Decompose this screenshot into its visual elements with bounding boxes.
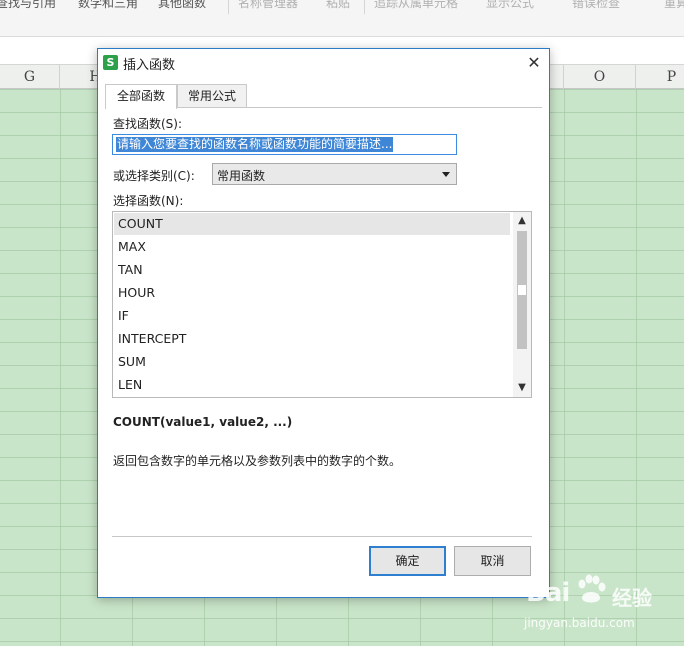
dialog-titlebar[interactable]: S 插入函数 ✕ — [98, 49, 549, 76]
scrollbar-thumb[interactable] — [517, 284, 527, 296]
search-label: 查找函数(S): — [113, 117, 183, 131]
category-label: 或选择类别(C): — [113, 169, 195, 183]
ribbon-separator — [228, 0, 229, 14]
ribbon-separator — [364, 0, 365, 14]
column-header-o[interactable]: O — [564, 65, 636, 89]
tab-common-formulas[interactable]: 常用公式 — [177, 84, 247, 108]
chevron-down-icon — [442, 172, 450, 177]
function-list[interactable]: COUNT MAX TAN HOUR IF INTERCEPT SUM LEN … — [112, 211, 532, 398]
function-list-scrollbar[interactable]: ▲ ▼ — [513, 212, 531, 397]
ribbon-toolbar: 查找与引用 数学和三角 其他函数 名称管理器 粘贴 追踪从属单元格 显示公式 错… — [0, 0, 684, 37]
function-item-if[interactable]: IF — [114, 305, 510, 327]
ribbon-trace-dependents[interactable]: 追踪从属单元格 — [374, 0, 458, 12]
cancel-button[interactable]: 取消 — [454, 546, 531, 576]
ribbon-show-formulas[interactable]: 显示公式 — [486, 0, 534, 12]
function-item-tan[interactable]: TAN — [114, 259, 510, 281]
category-select-value: 常用函数 — [217, 169, 266, 183]
insert-function-dialog: S 插入函数 ✕ 全部函数 常用公式 查找函数(S): 请输入您要查找的函数名称… — [97, 48, 550, 598]
scroll-up-icon[interactable]: ▲ — [513, 213, 531, 229]
ribbon-lookup-reference[interactable]: 查找与引用 — [0, 0, 56, 12]
ribbon-name-manager[interactable]: 名称管理器 — [238, 0, 298, 12]
function-item-sum[interactable]: SUM — [114, 351, 510, 373]
category-select[interactable]: 常用函数 — [212, 163, 457, 185]
tab-all-functions[interactable]: 全部函数 — [105, 84, 177, 109]
ribbon-recalculate[interactable]: 重算 — [664, 0, 684, 12]
ribbon-error-check[interactable]: 错误检查 — [572, 0, 620, 12]
function-item-max[interactable]: MAX — [114, 236, 510, 258]
function-item-intercept[interactable]: INTERCEPT — [114, 328, 510, 350]
ribbon-paste[interactable]: 粘贴 — [326, 0, 350, 12]
wps-app-icon: S — [103, 55, 118, 70]
ribbon-math-trig[interactable]: 数学和三角 — [78, 0, 138, 12]
function-item-hour[interactable]: HOUR — [114, 282, 510, 304]
dialog-divider — [112, 536, 532, 537]
function-search-input[interactable]: 请输入您要查找的函数名称或函数功能的简要描述... — [112, 134, 457, 155]
ok-button[interactable]: 确定 — [369, 546, 446, 576]
scroll-down-icon[interactable]: ▼ — [513, 380, 531, 396]
dialog-title: 插入函数 — [123, 58, 176, 73]
function-list-label: 选择函数(N): — [113, 194, 184, 208]
baidu-watermark: Bai 经验 jingyan.baidu.com — [522, 572, 682, 642]
close-icon: ✕ — [527, 53, 541, 72]
function-signature: COUNT(value1, value2, ...) — [113, 415, 293, 429]
close-button[interactable]: ✕ — [523, 52, 545, 74]
watermark-url: jingyan.baidu.com — [524, 616, 635, 630]
function-description: 返回包含数字的单元格以及参数列表中的数字的个数。 — [113, 454, 402, 468]
column-header-g[interactable]: G — [0, 65, 60, 89]
ribbon-other-functions[interactable]: 其他函数 — [158, 0, 206, 12]
search-input-text: 请输入您要查找的函数名称或函数功能的简要描述... — [116, 137, 394, 152]
watermark-brand-text: 经验 — [612, 586, 652, 610]
column-header-p[interactable]: P — [636, 65, 684, 89]
paw-icon — [578, 574, 606, 603]
watermark-logo-text: Bai — [526, 578, 570, 608]
function-item-len[interactable]: LEN — [114, 374, 510, 396]
function-item-count[interactable]: COUNT — [114, 213, 510, 235]
